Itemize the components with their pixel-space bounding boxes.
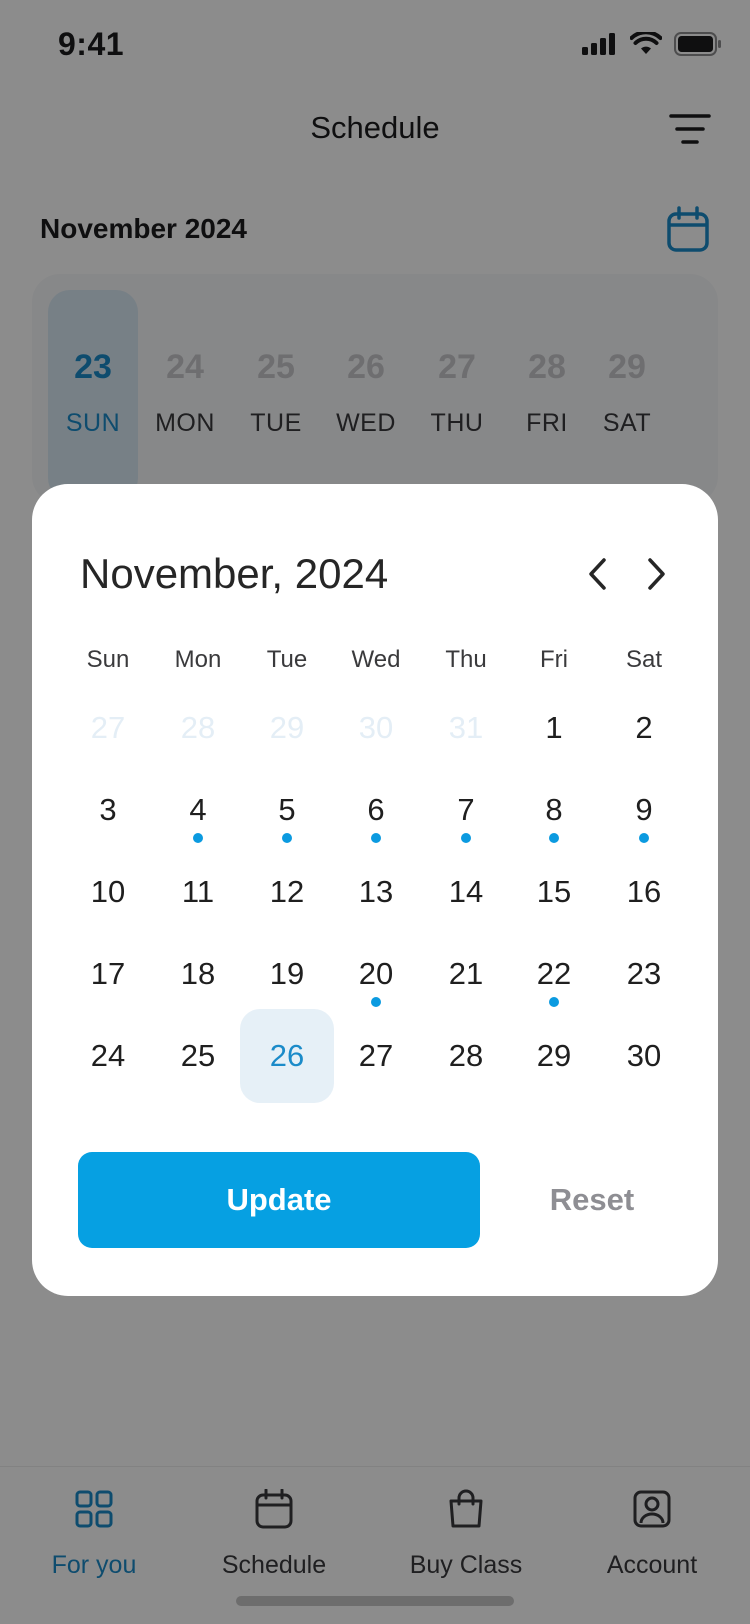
day-number: 29 [269,710,305,745]
calendar-day[interactable]: 5 [240,763,334,857]
weekday-header-sat: Sat [625,646,663,673]
day-number: 11 [181,874,215,909]
calendar-day: 29 [240,681,334,775]
day-number: 17 [90,956,126,991]
day-number: 28 [180,710,216,745]
calendar-day[interactable]: 21 [419,927,513,1021]
day-number: 18 [180,956,216,991]
event-indicator-dot [639,833,649,843]
day-number: 19 [269,956,305,991]
weekday-header-mon: Mon [174,646,222,673]
day-number: 2 [635,710,653,745]
app-screen: 9:41 Schedule November 2024 23 SUN 24 MO… [0,0,750,1624]
calendar-day-selected[interactable]: 26 [240,1009,334,1103]
calendar-day[interactable]: 15 [507,845,601,939]
day-number: 1 [545,710,563,745]
event-indicator-dot [371,833,381,843]
weekday-header-sun: Sun [86,646,130,673]
calendar-day[interactable]: 10 [61,845,155,939]
calendar-day[interactable]: 18 [151,927,245,1021]
calendar-day[interactable]: 2 [597,681,691,775]
day-number: 31 [448,710,484,745]
calendar-day[interactable]: 24 [61,1009,155,1103]
reset-button[interactable]: Reset [502,1152,682,1248]
calendar-day: 31 [419,681,513,775]
calendar-day: 27 [61,681,155,775]
calendar-day[interactable]: 16 [597,845,691,939]
calendar-day[interactable]: 17 [61,927,155,1021]
day-number: 15 [536,874,572,909]
day-number: 23 [626,956,662,991]
chevron-right-icon [648,558,665,590]
calendar-day[interactable]: 7 [419,763,513,857]
calendar-day[interactable]: 29 [507,1009,601,1103]
calendar-day[interactable]: 30 [597,1009,691,1103]
day-number: 24 [90,1038,126,1073]
calendar-day[interactable]: 9 [597,763,691,857]
calendar-day[interactable]: 12 [240,845,334,939]
weekday-header-fri: Fri [540,646,568,673]
day-number: 27 [90,710,126,745]
update-button[interactable]: Update [78,1152,480,1248]
day-number: 13 [358,874,394,909]
calendar-day[interactable]: 27 [329,1009,423,1103]
day-number: 29 [536,1038,572,1073]
calendar-day[interactable]: 1 [507,681,601,775]
event-indicator-dot [193,833,203,843]
calendar-day[interactable]: 14 [419,845,513,939]
calendar-day[interactable]: 11 [151,845,245,939]
next-month-button[interactable] [636,550,676,598]
event-indicator-dot [282,833,292,843]
calendar-day[interactable]: 13 [329,845,423,939]
calendar-day: 30 [329,681,423,775]
calendar-day[interactable]: 4 [151,763,245,857]
day-number: 30 [358,710,394,745]
previous-month-button[interactable] [578,550,618,598]
event-indicator-dot [461,833,471,843]
calendar-day[interactable]: 22 [507,927,601,1021]
weekday-header-thu: Thu [445,646,487,673]
calendar-day[interactable]: 28 [419,1009,513,1103]
calendar-day[interactable]: 3 [61,763,155,857]
day-number: 21 [448,956,484,991]
day-number: 30 [626,1038,662,1073]
day-number: 3 [99,792,117,827]
day-number: 28 [448,1038,484,1073]
calendar-day[interactable]: 19 [240,927,334,1021]
weekday-header-tue: Tue [266,646,308,673]
event-indicator-dot [549,833,559,843]
chevron-left-icon [589,558,606,590]
day-number: 16 [626,874,662,909]
event-indicator-dot [371,997,381,1007]
day-number: 27 [358,1038,394,1073]
calendar-day[interactable]: 20 [329,927,423,1021]
day-number: 25 [180,1038,216,1073]
date-picker-title: November, 2024 [80,550,389,597]
date-picker-modal: November, 2024 Sun Mon Tue Wed Thu Fri Sat 27 2… [32,484,718,1296]
calendar-day[interactable]: 25 [151,1009,245,1103]
calendar-day[interactable]: 8 [507,763,601,857]
day-number: 10 [90,874,126,909]
calendar-day: 28 [151,681,245,775]
weekday-header-wed: Wed [351,646,401,673]
day-number: 14 [448,874,484,909]
event-indicator-dot [549,997,559,1007]
day-number: 26 [269,1038,305,1073]
calendar-day[interactable]: 23 [597,927,691,1021]
calendar-day[interactable]: 6 [329,763,423,857]
day-number: 12 [269,874,305,909]
